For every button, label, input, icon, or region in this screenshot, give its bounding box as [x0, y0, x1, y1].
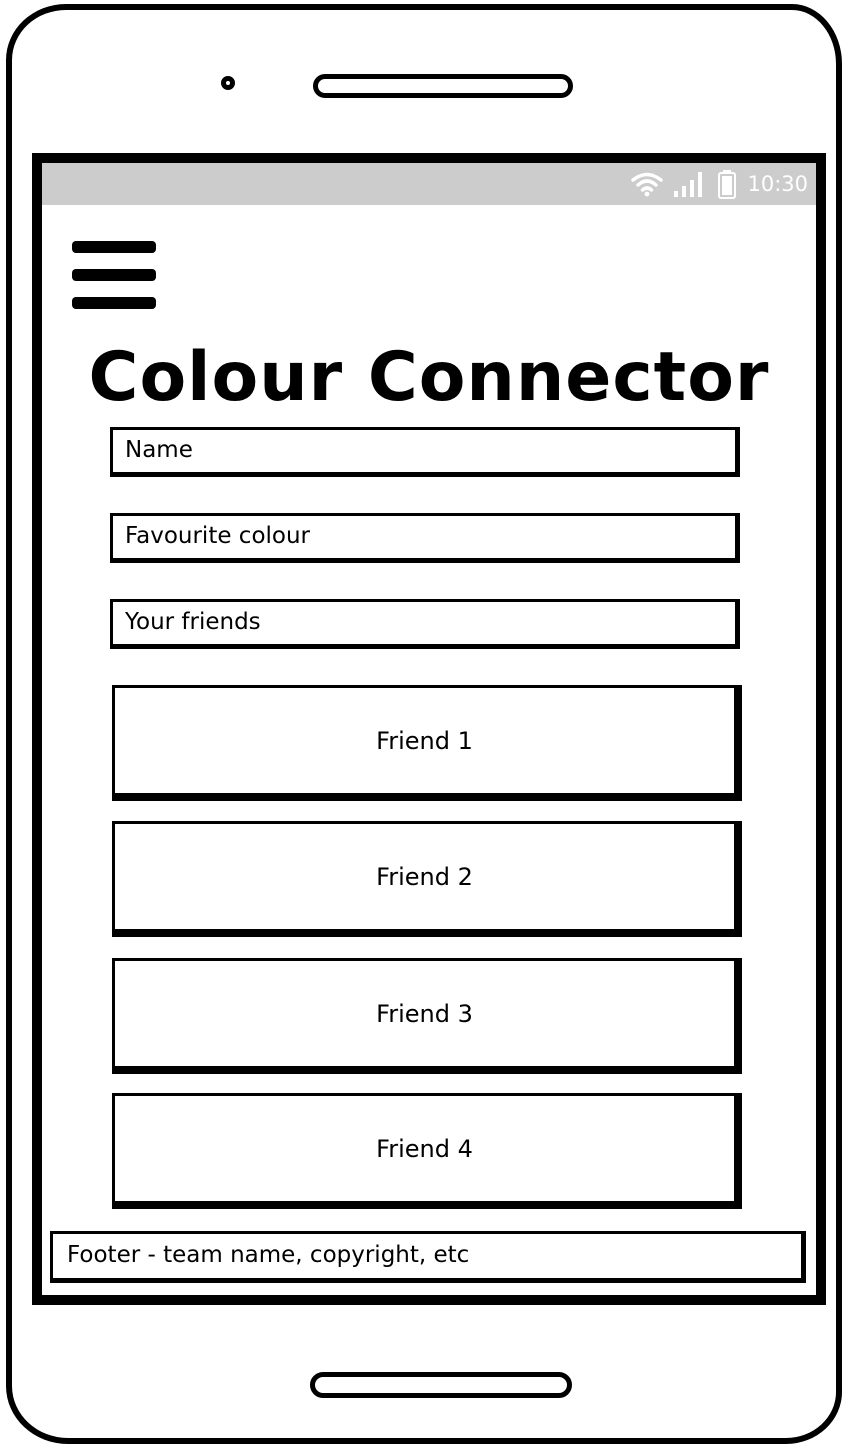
- page-title: Colour Connector: [88, 338, 770, 417]
- friend-card-2[interactable]: Friend 2: [112, 821, 742, 937]
- footer: Footer - team name, copyright, etc: [50, 1231, 806, 1283]
- status-icons: 10:30: [631, 163, 808, 205]
- camera-icon: [221, 76, 235, 90]
- speaker-grille: [313, 74, 573, 98]
- home-button[interactable]: [310, 1372, 572, 1398]
- name-field[interactable]: Name: [110, 427, 740, 477]
- status-bar: 10:30: [42, 163, 816, 205]
- wifi-icon: [631, 172, 664, 197]
- battery-icon: [718, 170, 737, 199]
- friend-card-1[interactable]: Friend 1: [112, 685, 742, 801]
- friend-card-4[interactable]: Friend 4: [112, 1093, 742, 1209]
- status-time: 10:30: [747, 172, 808, 196]
- your-friends-field[interactable]: Your friends: [110, 599, 740, 649]
- signal-icon: [674, 172, 703, 197]
- friend-card-3[interactable]: Friend 3: [112, 958, 742, 1074]
- hamburger-menu-icon[interactable]: [72, 241, 156, 313]
- phone-screen: 10:30 Colour Connector Name Favourite co…: [32, 153, 826, 1305]
- favourite-colour-field[interactable]: Favourite colour: [110, 513, 740, 563]
